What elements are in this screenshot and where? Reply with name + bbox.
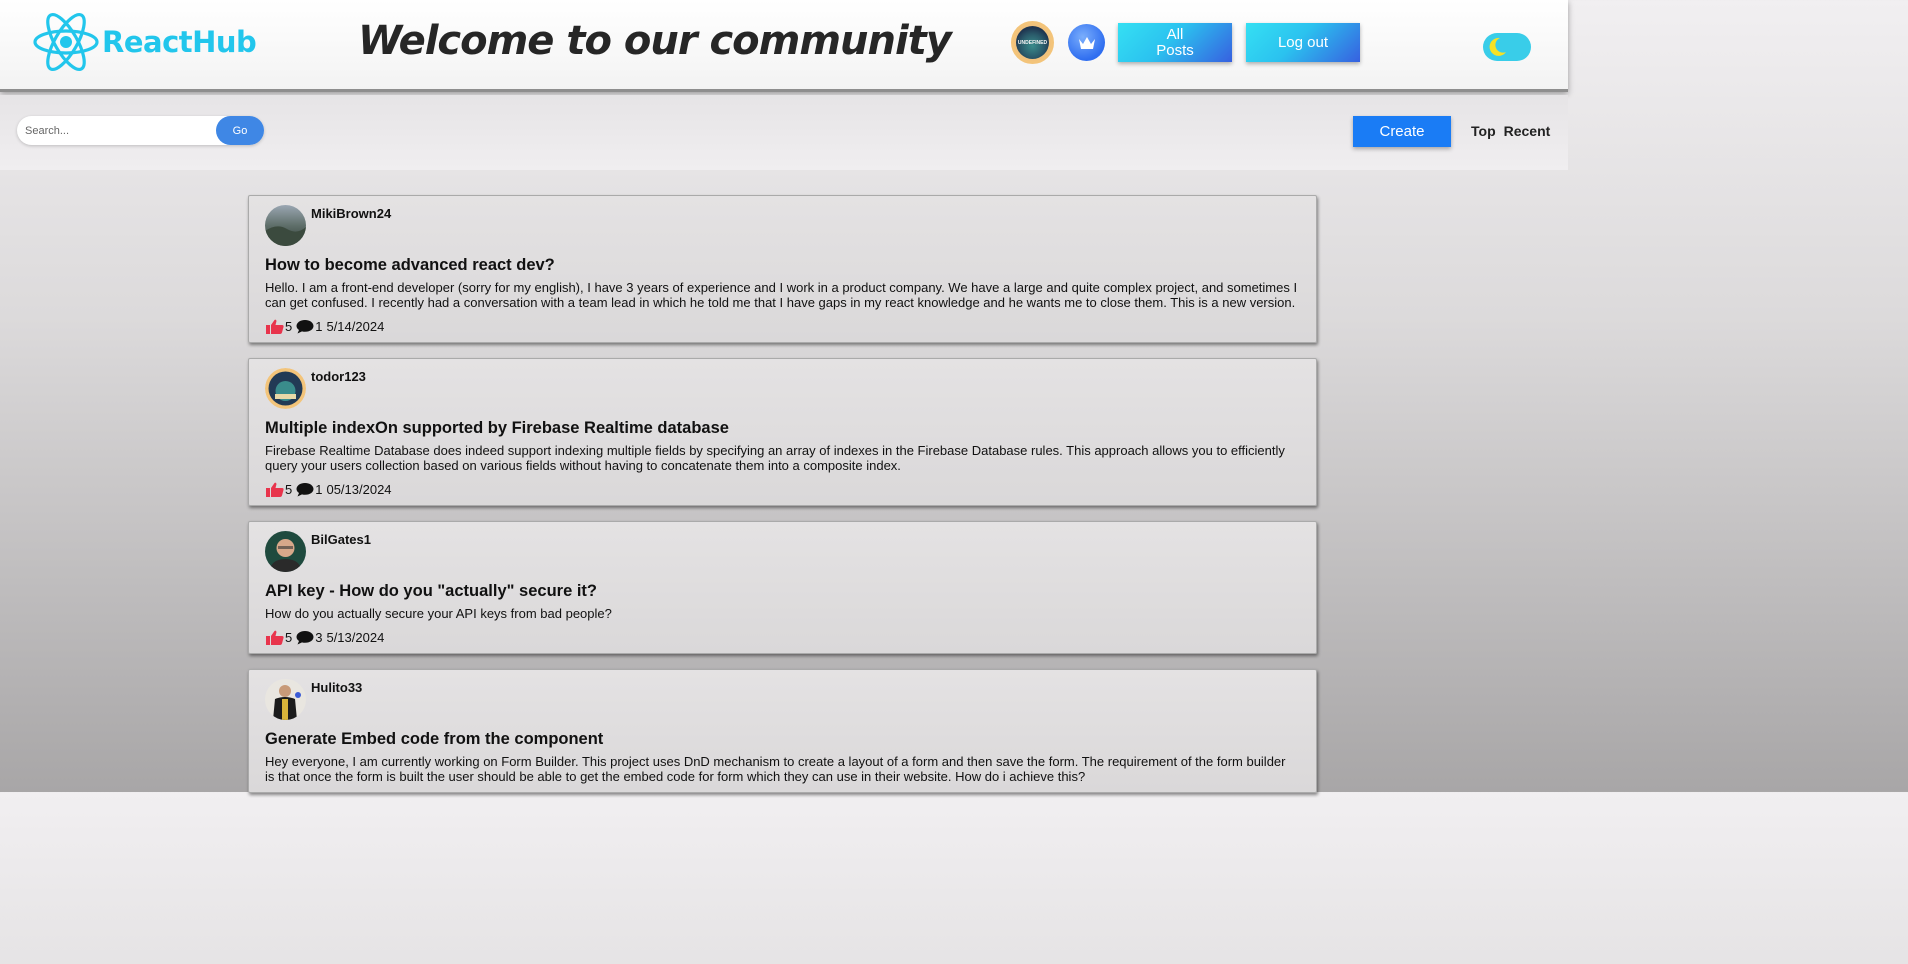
post-date: 5/13/2024	[326, 630, 385, 645]
post-body: Hello. I am a front-end developer (sorry…	[265, 280, 1298, 310]
post-author[interactable]: MikiBrown24	[311, 206, 391, 221]
post-date: 5/14/2024	[326, 319, 385, 334]
sort-top-link[interactable]: Top	[1471, 123, 1496, 139]
post-meta: 5 1 05/13/2024	[265, 482, 1300, 497]
comment-count: 1	[315, 482, 323, 497]
thumbs-up-icon[interactable]	[265, 630, 284, 645]
speech-bubble-icon[interactable]	[296, 319, 314, 334]
speech-bubble-icon[interactable]	[296, 630, 314, 645]
moon-icon	[1489, 37, 1506, 56]
post-title[interactable]: API key - How do you "actually" secure i…	[265, 582, 1300, 601]
post-body: Firebase Realtime Database does indeed s…	[265, 443, 1285, 473]
author-avatar[interactable]	[265, 531, 306, 572]
post-title[interactable]: Generate Embed code from the component	[265, 730, 1300, 749]
post-meta: 5 1 5/14/2024	[265, 319, 1300, 334]
react-atom-icon	[33, 12, 99, 72]
like-count: 5	[285, 482, 293, 497]
thumbs-up-icon[interactable]	[265, 482, 284, 497]
toolbar: Go Create Top Recent	[0, 95, 1568, 170]
user-avatar[interactable]: UNDEFINED	[1011, 21, 1054, 64]
theme-toggle[interactable]	[1483, 33, 1531, 61]
speech-bubble-icon[interactable]	[296, 482, 314, 497]
thumbs-up-icon[interactable]	[265, 319, 284, 334]
sort-links: Top Recent	[1471, 123, 1550, 139]
page-title: Welcome to our community	[358, 18, 952, 64]
logo-text: ReactHub	[102, 25, 257, 59]
author-avatar[interactable]	[265, 368, 306, 409]
author-avatar[interactable]	[265, 679, 306, 720]
post-author[interactable]: Hulito33	[311, 680, 362, 695]
top-header: ReactHub Welcome to our community UNDEFI…	[0, 0, 1568, 92]
post-meta: 5 3 5/13/2024	[265, 630, 1300, 645]
post-card[interactable]: Hulito33 Generate Embed code from the co…	[248, 669, 1317, 793]
logout-button[interactable]: Log out	[1246, 23, 1360, 62]
post-feed: MikiBrown24 How to become advanced react…	[248, 195, 1317, 808]
like-count: 5	[285, 630, 293, 645]
search-bar: Go	[17, 116, 264, 145]
like-count: 5	[285, 319, 293, 334]
search-input[interactable]	[25, 116, 215, 145]
logo[interactable]: ReactHub	[32, 10, 257, 74]
all-posts-label-line2: Posts	[1156, 41, 1194, 59]
comment-count: 3	[315, 630, 323, 645]
post-card[interactable]: BilGates1 API key - How do you "actually…	[248, 521, 1317, 654]
all-posts-label-line1: All	[1166, 25, 1184, 43]
create-post-button[interactable]: Create	[1353, 116, 1451, 147]
all-posts-button[interactable]: All Posts	[1118, 23, 1232, 62]
sort-recent-link[interactable]: Recent	[1504, 123, 1551, 139]
avatar-badge-text: UNDEFINED	[1016, 26, 1049, 59]
post-body: How do you actually secure your API keys…	[265, 606, 612, 621]
comment-count: 1	[315, 319, 323, 334]
author-avatar[interactable]	[265, 205, 306, 246]
post-title[interactable]: How to become advanced react dev?	[265, 256, 1300, 275]
admin-crown-button[interactable]	[1068, 24, 1105, 61]
post-author[interactable]: BilGates1	[311, 532, 371, 547]
post-body: Hey everyone, I am currently working on …	[265, 754, 1286, 784]
post-date: 05/13/2024	[326, 482, 392, 497]
search-go-button[interactable]: Go	[216, 116, 264, 145]
post-author[interactable]: todor123	[311, 369, 366, 384]
post-card[interactable]: MikiBrown24 How to become advanced react…	[248, 195, 1317, 343]
post-title[interactable]: Multiple indexOn supported by Firebase R…	[265, 419, 1300, 438]
crown-icon	[1078, 36, 1095, 49]
post-card[interactable]: todor123 Multiple indexOn supported by F…	[248, 358, 1317, 506]
